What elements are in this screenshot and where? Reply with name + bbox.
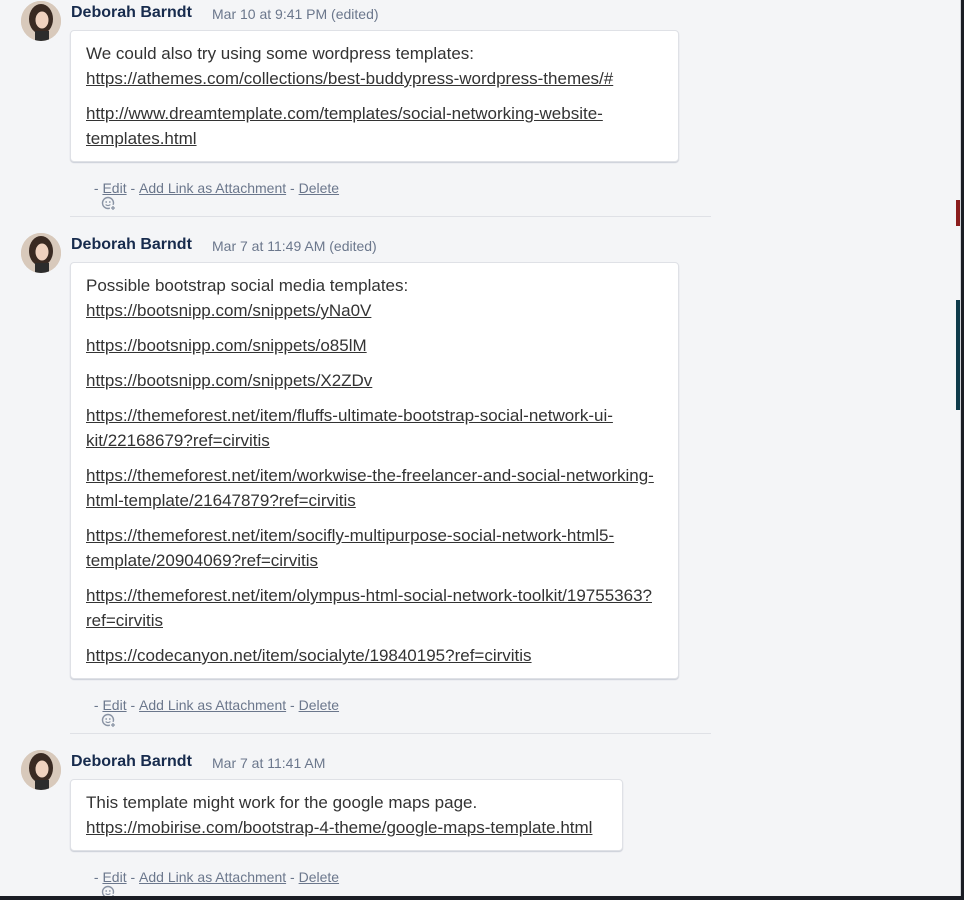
comment-link[interactable]: https://mobirise.com/bootstrap-4-theme/g… xyxy=(86,818,592,837)
action-separator: - xyxy=(90,697,103,713)
comment-link[interactable]: https://bootsnipp.com/snippets/X2ZDv xyxy=(86,371,372,390)
edit-link[interactable]: Edit xyxy=(102,180,126,196)
comment-divider xyxy=(70,216,711,217)
add-reaction-icon[interactable] xyxy=(70,180,117,212)
comment-body: Possible bootstrap social media template… xyxy=(70,262,679,679)
background-edge xyxy=(956,300,960,410)
edit-link[interactable]: Edit xyxy=(102,869,126,885)
comment-author[interactable]: Deborah Barndt xyxy=(71,236,192,254)
action-separator: - xyxy=(90,869,103,885)
comment-activity-panel: Deborah Barndt Mar 10 at 9:41 PM (edited… xyxy=(0,0,961,896)
edit-link[interactable]: Edit xyxy=(102,697,126,713)
comment-author[interactable]: Deborah Barndt xyxy=(71,4,192,22)
comment-body: This template might work for the google … xyxy=(70,779,623,851)
add-reaction-icon[interactable] xyxy=(70,697,117,729)
comment-text: We could also try using some wordpress t… xyxy=(86,44,475,63)
add-link-as-attachment-link[interactable]: Add Link as Attachment xyxy=(139,697,286,713)
comment-link[interactable]: https://themeforest.net/item/olympus-htm… xyxy=(86,586,652,630)
comment-link[interactable]: https://themeforest.net/item/socifly-mul… xyxy=(86,526,614,570)
action-separator: - xyxy=(286,180,299,196)
comment-link[interactable]: http://www.dreamtemplate.com/templates/s… xyxy=(86,104,603,148)
delete-link[interactable]: Delete xyxy=(299,869,339,885)
action-separator: - xyxy=(126,869,140,885)
comment-text: This template might work for the google … xyxy=(86,793,478,812)
delete-link[interactable]: Delete xyxy=(299,697,339,713)
delete-link[interactable]: Delete xyxy=(299,180,339,196)
comment-link[interactable]: https://bootsnipp.com/snippets/o85lM xyxy=(86,336,367,355)
add-link-as-attachment-link[interactable]: Add Link as Attachment xyxy=(139,869,286,885)
comment-link[interactable]: https://themeforest.net/item/workwise-th… xyxy=(86,466,654,510)
avatar[interactable] xyxy=(21,750,61,790)
comment-body: We could also try using some wordpress t… xyxy=(70,30,679,162)
comment-timestamp[interactable]: Mar 10 at 9:41 PM (edited) xyxy=(212,6,379,22)
comment-link[interactable]: https://codecanyon.net/item/socialyte/19… xyxy=(86,646,532,665)
background-edge xyxy=(956,200,960,226)
comment-actions: - Edit - Add Link as Attachment - Delete xyxy=(70,869,339,896)
comment-text: Possible bootstrap social media template… xyxy=(86,276,409,295)
comment-timestamp[interactable]: Mar 7 at 11:41 AM xyxy=(212,755,325,771)
action-separator: - xyxy=(126,180,140,196)
add-link-as-attachment-link[interactable]: Add Link as Attachment xyxy=(139,180,286,196)
add-reaction-icon[interactable] xyxy=(70,869,117,896)
comment-author[interactable]: Deborah Barndt xyxy=(71,753,192,771)
avatar[interactable] xyxy=(21,1,61,41)
comment-link[interactable]: https://athemes.com/collections/best-bud… xyxy=(86,69,613,88)
comment-actions: - Edit - Add Link as Attachment - Delete xyxy=(70,180,339,212)
comment-link[interactable]: https://bootsnipp.com/snippets/yNa0V xyxy=(86,301,371,320)
comment-link[interactable]: https://themeforest.net/item/fluffs-ulti… xyxy=(86,406,613,450)
action-separator: - xyxy=(126,697,140,713)
comment-timestamp[interactable]: Mar 7 at 11:49 AM (edited) xyxy=(212,238,377,254)
action-separator: - xyxy=(90,180,103,196)
comment-actions: - Edit - Add Link as Attachment - Delete xyxy=(70,697,339,729)
action-separator: - xyxy=(286,697,299,713)
avatar[interactable] xyxy=(21,233,61,273)
comment-divider xyxy=(70,733,711,734)
action-separator: - xyxy=(286,869,299,885)
